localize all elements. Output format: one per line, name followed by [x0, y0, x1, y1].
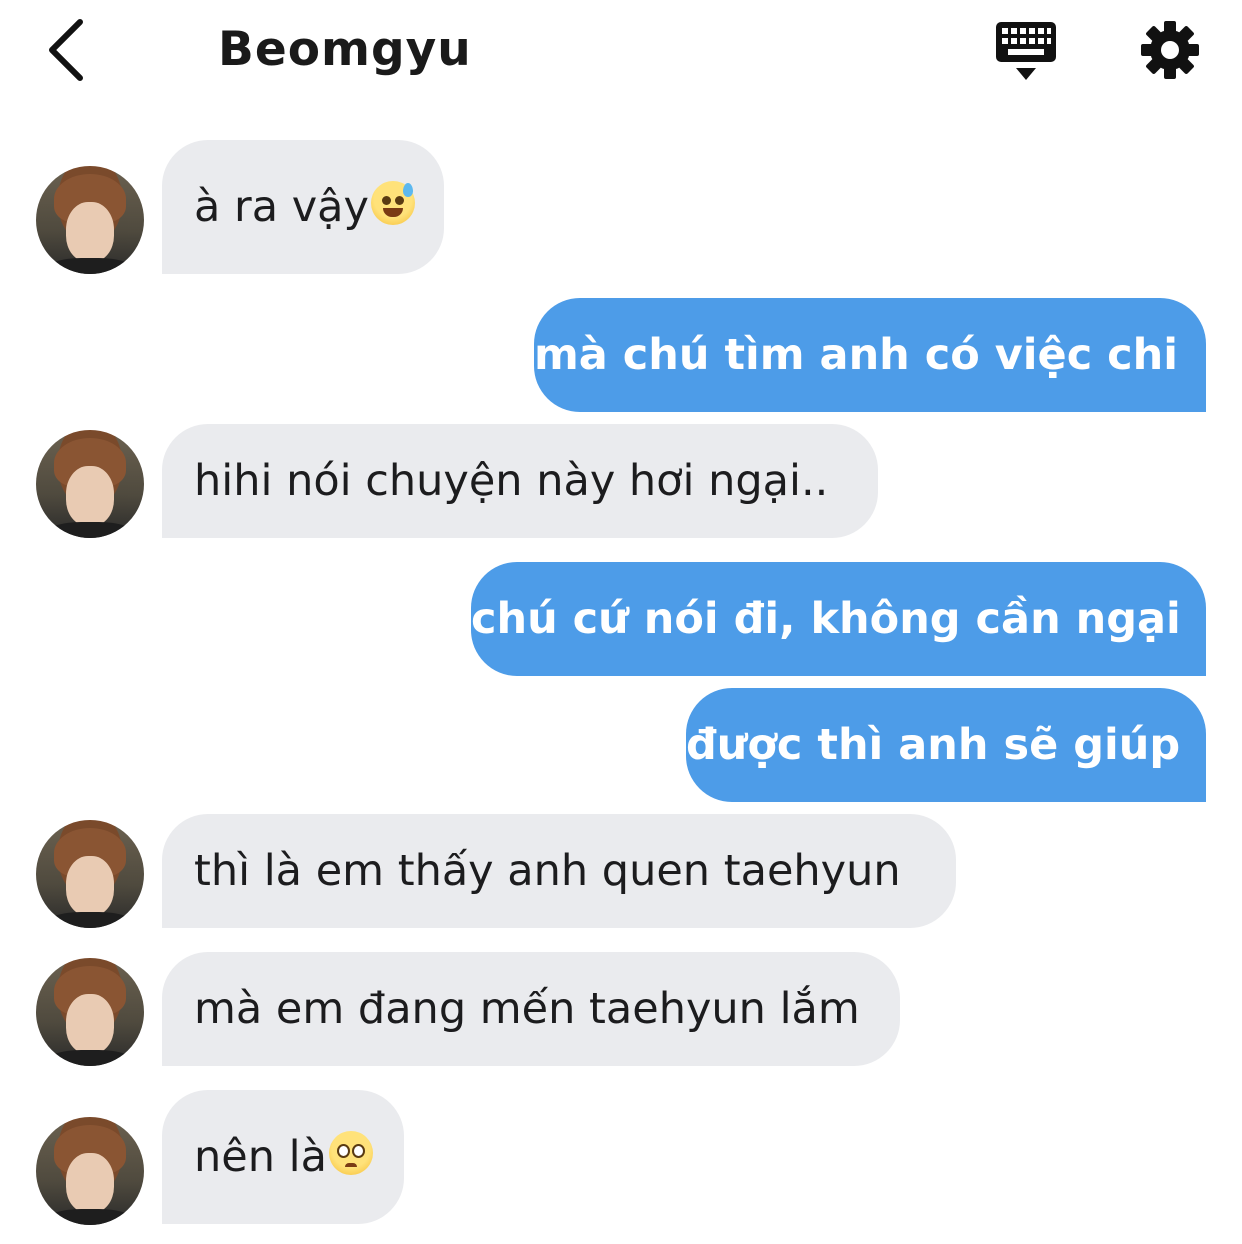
- chat-header: Beomgyu: [0, 0, 1242, 110]
- outgoing-message[interactable]: chú cứ nói đi, không cần ngại: [471, 562, 1206, 676]
- message-text: thì là em thấy anh quen taehyun: [194, 846, 901, 896]
- incoming-message[interactable]: thì là em thấy anh quen taehyun: [162, 814, 956, 928]
- message-text: được thì anh sẽ giúp: [686, 720, 1181, 770]
- message-text: nên là: [194, 1132, 327, 1182]
- outgoing-message[interactable]: mà chú tìm anh có việc chi: [534, 298, 1206, 412]
- pleading-face-emoji-icon: [328, 1131, 373, 1175]
- gear-icon: [1141, 21, 1199, 79]
- settings-button[interactable]: [1140, 20, 1200, 80]
- keyboard-icon: [996, 22, 1056, 80]
- outgoing-message[interactable]: được thì anh sẽ giúp: [686, 688, 1206, 802]
- back-button[interactable]: [40, 14, 96, 86]
- incoming-message[interactable]: nên là: [162, 1090, 404, 1224]
- contact-avatar[interactable]: [36, 820, 144, 928]
- contact-avatar[interactable]: [36, 958, 144, 1066]
- message-text: chú cứ nói đi, không cần ngại: [471, 594, 1181, 644]
- chevron-left-icon: [49, 19, 83, 81]
- keyboard-button[interactable]: [994, 20, 1058, 82]
- incoming-message[interactable]: mà em đang mến taehyun lắm: [162, 952, 900, 1066]
- message-text: à ra vậy: [194, 182, 369, 232]
- incoming-message[interactable]: à ra vậy: [162, 140, 444, 274]
- contact-avatar[interactable]: [36, 1117, 144, 1225]
- contact-avatar[interactable]: [36, 430, 144, 538]
- incoming-message[interactable]: hihi nói chuyện này hơi ngại..: [162, 424, 878, 538]
- message-text: mà em đang mến taehyun lắm: [194, 984, 860, 1034]
- message-text: mà chú tìm anh có việc chi: [534, 330, 1178, 380]
- sweat-smile-emoji-icon: [370, 181, 415, 225]
- contact-name[interactable]: Beomgyu: [218, 22, 472, 77]
- message-text: hihi nói chuyện này hơi ngại..: [194, 456, 829, 506]
- contact-avatar[interactable]: [36, 166, 144, 274]
